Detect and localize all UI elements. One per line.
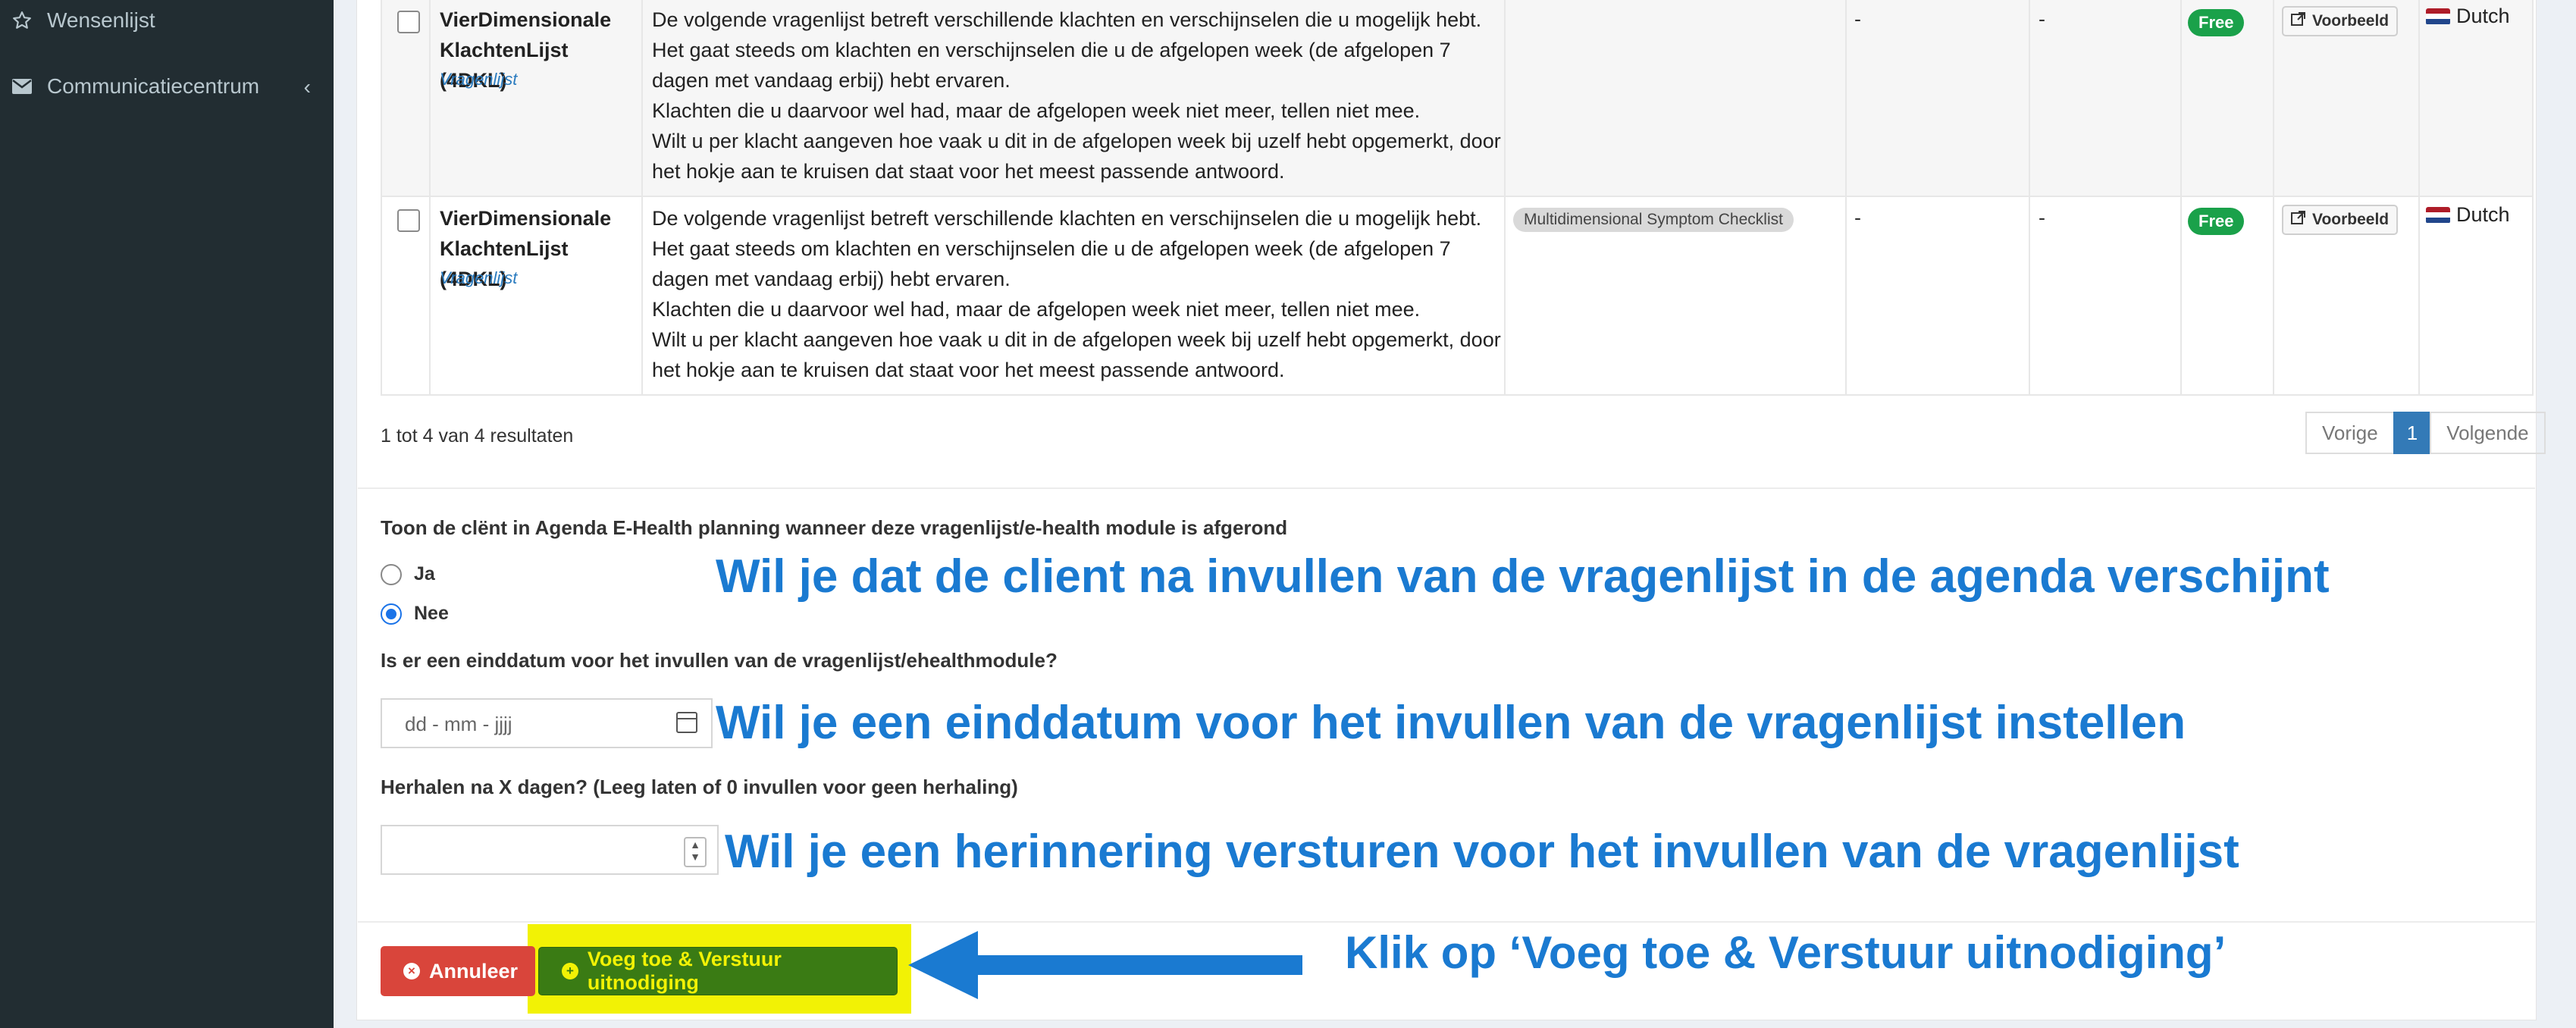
row-checkbox[interactable] — [397, 11, 420, 33]
language-label: Dutch — [2456, 203, 2510, 226]
sidebar-item-communicatiecentrum[interactable]: Communicatiecentrum ‹ — [0, 60, 334, 113]
description-line: Wilt u per klacht aangeven hoe vaak u di… — [652, 328, 1501, 381]
annotation-enddate: Wil je een einddatum voor het invullen v… — [716, 697, 2186, 749]
language: Dutch — [2426, 5, 2510, 28]
pagination-prev[interactable]: Vorige — [2305, 412, 2395, 454]
dutch-flag-icon — [2426, 206, 2450, 224]
number-stepper-icon[interactable]: ▲ ▼ — [684, 837, 707, 867]
sidebar-item-wensenlijst[interactable]: Wensenlijst — [0, 0, 334, 47]
column-divider — [2180, 0, 2182, 396]
preview-label: Voorbeeld — [2312, 211, 2390, 228]
radio-button[interactable] — [381, 603, 402, 625]
annotation-reminder: Wil je een herinnering versturen voor he… — [725, 826, 2239, 878]
questionnaire-table: VierDimensionale KlachtenLijst (4DKL) Vr… — [381, 0, 2534, 396]
row-type-link[interactable]: Vragenlijst — [440, 70, 517, 89]
column-divider — [641, 0, 643, 396]
calendar-icon[interactable] — [676, 712, 697, 733]
preview-button[interactable]: Voorbeeld — [2282, 205, 2399, 235]
repeat-label: Herhalen na X dagen? (Leeg laten of 0 in… — [381, 776, 1018, 798]
row-type-link[interactable]: Vragenlijst — [440, 268, 517, 288]
sidebar: Wensenlijst Communicatiecentrum ‹ — [0, 0, 334, 1028]
sidebar-item-label: Communicatiecentrum — [47, 74, 260, 98]
pagination-page[interactable]: 1 — [2393, 412, 2432, 454]
external-link-icon — [2291, 11, 2306, 31]
price-badge: Free — [2188, 208, 2245, 235]
submit-invite-button[interactable]: + Voeg toe & Verstuur uitnodiging — [538, 947, 898, 995]
table-row: VierDimensionale KlachtenLijst (4DKL) Vr… — [381, 0, 2534, 197]
chevron-left-icon[interactable]: ‹ — [304, 75, 311, 99]
cancel-button[interactable]: × Annuleer — [381, 946, 535, 996]
row-col-b: - — [2039, 8, 2045, 30]
row-col-a: - — [1854, 8, 1861, 30]
preview-label: Voorbeeld — [2312, 12, 2390, 30]
column-divider — [381, 0, 382, 396]
row-description: De volgende vragenlijst betreft verschil… — [652, 5, 1509, 186]
category-tag: Multidimensional Symptom Checklist — [1513, 208, 1794, 232]
row-description: De volgende vragenlijst betreft verschil… — [652, 203, 1509, 385]
submit-label: Voeg toe & Verstuur uitnodiging — [587, 948, 782, 994]
agenda-label: Toon de clënt in Agenda E-Health plannin… — [381, 516, 1288, 539]
star-icon — [11, 9, 33, 32]
description-line: Het gaat steeds om klachten en verschijn… — [652, 39, 1451, 92]
column-divider — [1504, 0, 1506, 396]
column-divider — [2273, 0, 2274, 396]
times-circle-icon: × — [403, 963, 420, 979]
annotation-agenda: Wil je dat de client na invullen van de … — [716, 550, 2330, 603]
preview-button[interactable]: Voorbeeld — [2282, 6, 2399, 36]
column-divider — [1845, 0, 1847, 396]
description-line: De volgende vragenlijst betreft verschil… — [652, 8, 1482, 31]
annotation-click: Klik op ‘Voeg toe & Verstuur uitnodiging… — [1345, 927, 2227, 978]
divider — [358, 921, 2535, 923]
row-col-a: - — [1854, 206, 1861, 229]
pagination-next[interactable]: Volgende — [2430, 412, 2546, 454]
divider — [358, 487, 2535, 489]
language-label: Dutch — [2456, 5, 2510, 27]
column-divider — [2532, 0, 2534, 396]
description-line: De volgende vragenlijst betreft verschil… — [652, 207, 1482, 230]
results-count: 1 tot 4 van 4 resultaten — [381, 425, 574, 447]
column-divider — [2029, 0, 2030, 396]
description-line: Klachten die u daarvoor wel had, maar de… — [652, 298, 1421, 321]
enddate-label: Is er een einddatum voor het invullen va… — [381, 649, 1058, 672]
radio-ja[interactable]: Ja — [381, 563, 435, 585]
enddate-placeholder: dd - mm - jjjj — [405, 713, 512, 735]
description-line: Klachten die u daarvoor wel had, maar de… — [652, 99, 1421, 122]
pagination: Vorige 1 Volgende — [2305, 412, 2546, 454]
row-col-b: - — [2039, 206, 2045, 229]
radio-label: Ja — [414, 563, 435, 585]
cancel-label: Annuleer — [429, 959, 519, 983]
radio-nee[interactable]: Nee — [381, 603, 449, 625]
column-divider — [2418, 0, 2420, 396]
radio-label: Nee — [414, 603, 449, 624]
arrow-icon — [908, 931, 1302, 999]
external-link-icon — [2291, 210, 2306, 230]
plus-circle-icon: + — [562, 963, 578, 979]
repeat-days-field[interactable]: ▲ ▼ — [381, 825, 719, 875]
enddate-field[interactable]: dd - mm - jjjj — [381, 698, 713, 748]
price-badge: Free — [2188, 9, 2245, 36]
table-row: VierDimensionale KlachtenLijst (4DKL) Vr… — [381, 197, 2534, 396]
description-line: Het gaat steeds om klachten en verschijn… — [652, 237, 1451, 290]
column-divider — [429, 0, 431, 396]
dutch-flag-icon — [2426, 8, 2450, 25]
radio-button[interactable] — [381, 563, 402, 585]
envelope-icon — [11, 75, 33, 98]
language: Dutch — [2426, 203, 2510, 227]
row-checkbox[interactable] — [397, 209, 420, 232]
description-line: Wilt u per klacht aangeven hoe vaak u di… — [652, 130, 1501, 183]
sidebar-item-label: Wensenlijst — [47, 8, 155, 32]
